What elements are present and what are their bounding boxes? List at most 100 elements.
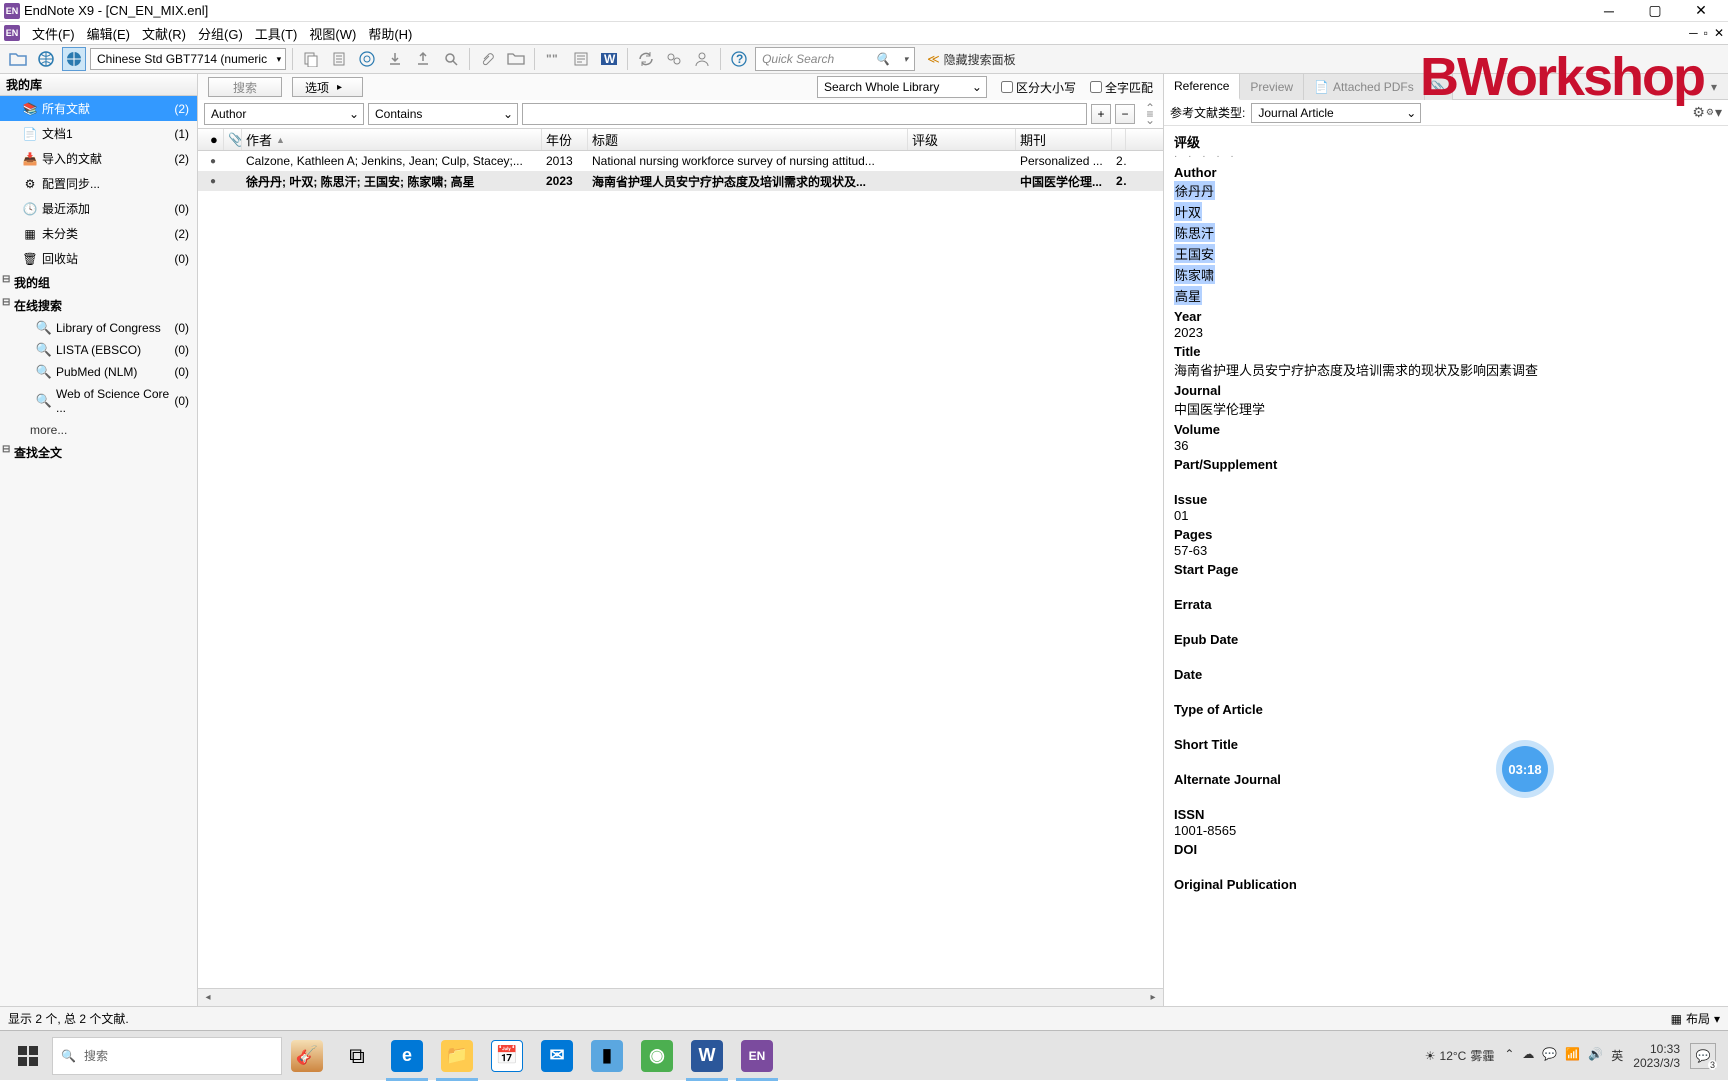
start-button[interactable] (4, 1031, 52, 1081)
local-mode-button[interactable] (62, 47, 86, 71)
field-pages[interactable]: Pages57-63 (1174, 527, 1718, 559)
search-scope-dropdown[interactable]: Search Whole Library (817, 76, 987, 98)
field-value[interactable] (1174, 717, 1718, 734)
field-value[interactable] (1174, 612, 1718, 629)
sidebar-group-查找全文[interactable]: 查找全文 (0, 441, 197, 464)
panel-menu-button[interactable]: ▾ (1700, 74, 1728, 100)
taskbar-mail[interactable]: ✉ (532, 1031, 582, 1081)
column-clip[interactable]: 📎 (224, 129, 242, 150)
menu-view[interactable]: 视图(W) (303, 24, 362, 43)
attach-button[interactable] (476, 47, 500, 71)
scroll-right-icon[interactable]: ▸ (1145, 992, 1161, 1003)
field-errata[interactable]: Errata (1174, 597, 1718, 629)
search-dropdown-icon[interactable]: ▾ (904, 54, 909, 65)
search-icon[interactable]: 🔍 (875, 52, 890, 66)
field-value[interactable]: 海南省护理人员安宁疗护态度及培训需求的现状及影响因素调查 (1174, 359, 1718, 380)
menu-tools[interactable]: 工具(T) (249, 24, 304, 43)
sidebar-item-导入的文献[interactable]: 📥导入的文献(2) (0, 146, 197, 171)
reference-type-dropdown[interactable]: Journal Article (1251, 103, 1421, 123)
field-epub-date[interactable]: Epub Date (1174, 632, 1718, 664)
field-value[interactable] (1174, 472, 1718, 489)
field-value[interactable]: 57-63 (1174, 542, 1718, 559)
tray-icons[interactable]: ⌃ ☁ 💬 📶 🔊 英 (1504, 1047, 1623, 1064)
horizontal-scrollbar[interactable]: ◂ ▸ (198, 988, 1163, 1006)
field--[interactable]: 评级· · · · · (1174, 132, 1718, 162)
tab-reference[interactable]: Reference (1164, 74, 1240, 100)
clock[interactable]: 10:33 2023/3/3 (1633, 1042, 1680, 1070)
field-value[interactable] (1174, 752, 1718, 769)
table-row[interactable]: ●Calzone, Kathleen A; Jenkins, Jean; Cul… (198, 151, 1163, 171)
field-value[interactable]: 2023 (1174, 324, 1718, 341)
child-minimize[interactable]: ─ (1689, 26, 1698, 40)
search-op-dropdown[interactable]: Contains (368, 103, 518, 125)
task-view-button[interactable]: ⧉ (332, 1031, 382, 1081)
export-button[interactable] (411, 47, 435, 71)
field-issn[interactable]: ISSN1001-8565 (1174, 807, 1718, 839)
help-button[interactable]: ? (727, 47, 751, 71)
close-button[interactable]: ✕ (1678, 0, 1724, 22)
field-title[interactable]: Title海南省护理人员安宁疗护态度及培训需求的现状及影响因素调查 (1174, 344, 1718, 380)
scroll-left-icon[interactable]: ◂ (200, 992, 216, 1003)
author-value[interactable]: 徐丹丹 (1174, 181, 1215, 200)
taskbar-search[interactable]: 🔍 搜索 (52, 1037, 282, 1075)
field-type-of-article[interactable]: Type of Article (1174, 702, 1718, 734)
sidebar-more[interactable]: more... (0, 419, 197, 441)
import-button[interactable] (383, 47, 407, 71)
field-journal[interactable]: Journal中国医学伦理学 (1174, 383, 1718, 419)
sidebar-item-未分类[interactable]: ▦未分类(2) (0, 221, 197, 246)
taskbar-app-2[interactable]: ▮ (582, 1031, 632, 1081)
sidebar-item-所有文献[interactable]: 📚所有文献(2) (0, 96, 197, 121)
share-button[interactable] (662, 47, 686, 71)
weather-widget[interactable]: ☀ 12°C 雾霾 (1425, 1047, 1495, 1064)
tray-ime[interactable]: 英 (1611, 1047, 1623, 1064)
add-criterion-button[interactable]: + (1091, 104, 1111, 124)
field-value[interactable] (1174, 787, 1718, 804)
author-value[interactable]: 王国安 (1174, 244, 1215, 263)
word-button[interactable]: W (597, 47, 621, 71)
search-button[interactable]: 搜索 (208, 77, 282, 97)
field-author[interactable]: Author徐丹丹叶双陈思汗王国安陈家啸高星 (1174, 165, 1718, 306)
taskbar-calendar[interactable]: 📅 (482, 1031, 532, 1081)
taskbar-endnote[interactable]: EN (732, 1031, 782, 1081)
tab-preview[interactable]: Preview (1240, 74, 1304, 100)
open-folder-button[interactable] (6, 47, 30, 71)
sidebar-item-Library of Congress[interactable]: 🔍Library of Congress(0) (0, 317, 197, 339)
menu-references[interactable]: 文献(R) (136, 24, 192, 43)
tray-volume-icon[interactable]: 🔊 (1588, 1047, 1603, 1064)
field-date[interactable]: Date (1174, 667, 1718, 699)
author-value[interactable]: 叶双 (1174, 202, 1202, 221)
sidebar-item-配置同步...[interactable]: ⚙配置同步... (0, 171, 197, 196)
sidebar-item-文档1[interactable]: 📄文档1(1) (0, 121, 197, 146)
sidebar-item-LISTA (EBSCO)[interactable]: 🔍LISTA (EBSCO)(0) (0, 339, 197, 361)
layout-button[interactable]: ▦ 布局 ▾ (1671, 1010, 1720, 1027)
remove-criterion-button[interactable]: − (1115, 104, 1135, 124)
options-button[interactable]: 选项 (292, 77, 363, 97)
tray-wifi-icon[interactable]: 📶 (1565, 1047, 1580, 1064)
sidebar-item-回收站[interactable]: 🗑回收站(0) (0, 246, 197, 271)
field-value[interactable]: 01 (1174, 507, 1718, 524)
field-value[interactable] (1174, 682, 1718, 699)
taskbar-edge[interactable]: e (382, 1031, 432, 1081)
sync-button[interactable] (634, 47, 658, 71)
output-style-dropdown[interactable]: Chinese Std GBT7714 (numeric (90, 48, 286, 70)
author-value[interactable]: 陈家啸 (1174, 265, 1215, 284)
field-value[interactable] (1174, 857, 1718, 874)
column-journal[interactable]: 期刊 (1016, 129, 1112, 150)
field-part-supplement[interactable]: Part/Supplement (1174, 457, 1718, 489)
child-close[interactable]: ✕ (1714, 26, 1724, 40)
menu-groups[interactable]: 分组(G) (192, 24, 249, 43)
column-rating[interactable]: 评级 (908, 129, 1016, 150)
field-volume[interactable]: Volume36 (1174, 422, 1718, 454)
menu-edit[interactable]: 编辑(E) (81, 24, 136, 43)
search-value-input[interactable] (522, 103, 1087, 125)
field-value[interactable]: 1001-8565 (1174, 822, 1718, 839)
field-value[interactable]: 中国医学伦理学 (1174, 398, 1718, 419)
notifications-button[interactable]: 💬3 (1690, 1043, 1716, 1069)
author-value[interactable]: 高星 (1174, 286, 1202, 305)
menu-help[interactable]: 帮助(H) (362, 24, 418, 43)
field-short-title[interactable]: Short Title (1174, 737, 1718, 769)
minimize-button[interactable]: ─ (1586, 0, 1632, 22)
sidebar-item-PubMed (NLM)[interactable]: 🔍PubMed (NLM)(0) (0, 361, 197, 383)
field-alternate-journal[interactable]: Alternate Journal (1174, 772, 1718, 804)
taskbar-explorer[interactable]: 📁 (432, 1031, 482, 1081)
